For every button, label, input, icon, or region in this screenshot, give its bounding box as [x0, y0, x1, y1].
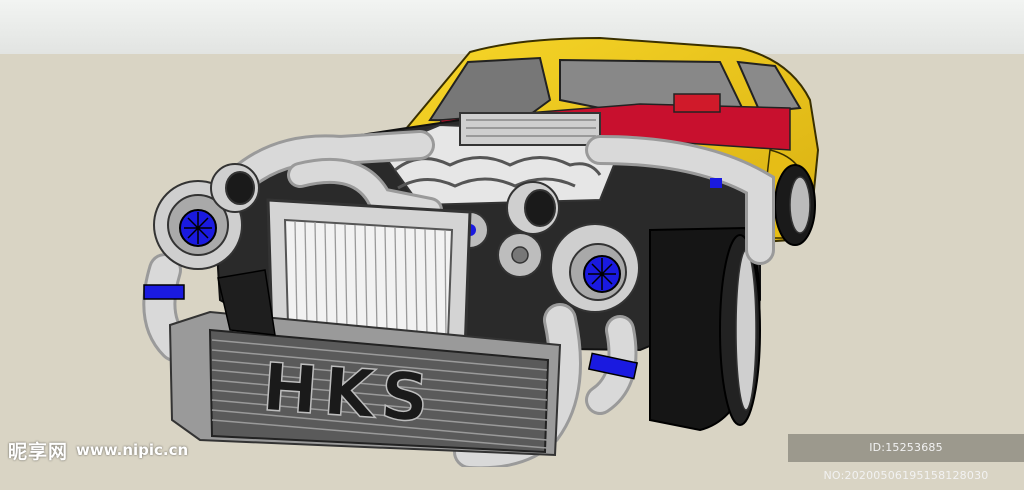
watermark-url: www.nipic.cn [76, 441, 189, 459]
rear-wheel [774, 164, 816, 246]
watermark-left: 昵享网 www.nipic.cn [8, 438, 189, 463]
watermark-logo: 昵享网 [8, 440, 69, 463]
throttle-body [459, 112, 601, 146]
turbo-right-outlet [506, 181, 560, 235]
blue-clamp [143, 284, 185, 300]
watermark-id: ID:15253685 NO:20200506195158128030 [788, 434, 1024, 482]
seat-box [673, 93, 721, 113]
blue-clamp [710, 178, 722, 188]
intercooler-logo-text: HKS [260, 349, 437, 438]
turbo-left-outlet [210, 163, 260, 213]
turbo-right [550, 223, 640, 313]
car-engine-scene: HKS [0, 0, 1024, 467]
front-wheel [649, 226, 761, 432]
